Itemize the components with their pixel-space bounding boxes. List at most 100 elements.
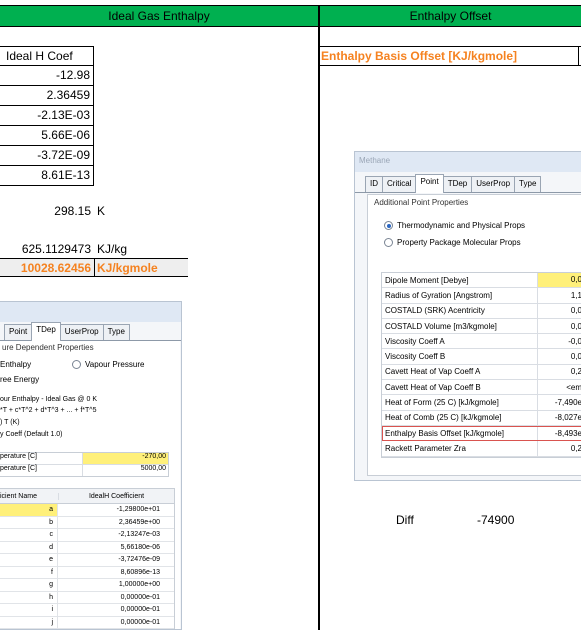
prop-row-name: Dipole Moment [Debye] <box>382 273 538 288</box>
tab-point[interactable]: Point <box>415 174 444 193</box>
tab-critical[interactable]: Critical <box>382 176 417 192</box>
tdep-dialog-titlebar <box>0 302 181 322</box>
prop-row-name: Heat of Form (25 C) [kJ/kgmole] <box>382 395 538 410</box>
coef-row[interactable]: c -2,13247e-03 <box>0 529 174 542</box>
offset-cell-divider <box>578 47 579 65</box>
radio-vapour-dot[interactable] <box>72 360 81 369</box>
equation-line-1: our Enthalpy - Ideal Gas @ 0 K <box>0 396 97 403</box>
tab-tdep[interactable]: TDep <box>442 176 473 192</box>
radio-thermo-physical[interactable]: Thermodynamic and Physical Props <box>384 221 525 230</box>
coef-cell: -3.72E-09 <box>0 146 94 166</box>
prop-row-value: <em <box>566 382 581 392</box>
coef-grid-header-name: icient Name <box>0 492 59 500</box>
diff-value: -74900 <box>477 513 515 527</box>
radio-vapour-pressure[interactable]: Vapour Pressure <box>72 360 144 369</box>
coef-row-name: a <box>0 504 58 516</box>
coef-values: -12.98 2.36459 -2.13E-03 5.66E-06 -3.72E… <box>0 66 94 186</box>
diff-label: Diff <box>396 513 414 527</box>
temperature-unit: K <box>97 204 106 218</box>
equation-line-2: *T + c*T^2 + d*T^3 + ... + f*T^5 <box>0 407 97 414</box>
coef-row[interactable]: d 5,66180e-06 <box>0 541 174 554</box>
prop-row-value: -8,493e <box>554 428 581 438</box>
radio-package-label: Property Package Molecular Props <box>397 238 521 247</box>
enthalpy-mass-value: 625.1129473 <box>21 242 91 256</box>
coef-row-name: j <box>0 616 58 628</box>
tab-userprop[interactable]: UserProp <box>471 176 516 192</box>
coef-row[interactable]: j 0,00000e-01 <box>0 616 174 629</box>
equation-line-4: y Coeff (Default 1.0) <box>0 431 63 438</box>
enthalpy-mole-unit: KJ/kgmole <box>97 261 158 275</box>
offset-label-cell: Enthalpy Basis Offset [KJ/kgmole] <box>320 46 581 66</box>
coef-row-value: -3,72476e-09 <box>118 556 160 564</box>
coef-row-value: 0,00000e-01 <box>120 606 160 614</box>
equation-line-3: ) T (K) <box>0 419 20 426</box>
coef-cell: 5.66E-06 <box>0 126 94 146</box>
radio-enthalpy[interactable]: Enthalpy <box>0 360 31 369</box>
prop-row[interactable]: Viscosity Coeff B 0,0 <box>382 349 581 365</box>
coef-row[interactable]: a -1,29800e+01 <box>0 504 174 517</box>
coef-row-value: 1,00000e+00 <box>118 581 160 589</box>
coef-cell: -2.13E-03 <box>0 106 94 126</box>
coef-row[interactable]: i 0,00000e-01 <box>0 604 174 617</box>
prop-row[interactable]: Heat of Form (25 C) [kJ/kgmole] -7,490e <box>382 395 581 411</box>
prop-row[interactable]: Rackett Parameter Zra 0,2 <box>382 441 581 457</box>
coef-row-name: c <box>0 529 58 541</box>
temp-row: perature [C] 5000,00 <box>0 465 168 476</box>
radio-package-molecular[interactable]: Property Package Molecular Props <box>384 238 521 247</box>
prop-row[interactable]: Cavett Heat of Vap Coeff B <em <box>382 380 581 396</box>
radio-package-dot[interactable] <box>384 238 393 247</box>
coef-row[interactable]: e -3,72476e-09 <box>0 554 174 567</box>
coef-header-label: Ideal H Coef <box>6 49 73 63</box>
coef-cell: 2.36459 <box>0 86 94 106</box>
tab-type[interactable]: Type <box>514 176 542 192</box>
prop-row-value: 0,0 <box>538 273 581 288</box>
prop-row-value: -7,490e <box>554 398 581 408</box>
coef-row-name: f <box>0 566 58 578</box>
prop-row-name: Viscosity Coeff B <box>382 349 538 364</box>
coef-row[interactable]: b 2,36459e+00 <box>0 516 174 529</box>
radio-vapour-label: Vapour Pressure <box>85 360 145 369</box>
enthalpy-mole-row: 10028.62456 KJ/kgmole <box>0 258 188 277</box>
radio-thermo-dot[interactable] <box>384 221 393 230</box>
prop-row[interactable]: Radius of Gyration [Angstrom] 1,1 <box>382 288 581 304</box>
prop-row[interactable]: Viscosity Coeff A -0,0 <box>382 334 581 350</box>
tab-id[interactable]: ID <box>365 176 383 192</box>
methane-tabstrip: ID Critical Point TDep UserProp Type <box>355 174 581 193</box>
enthalpy-mole-divider <box>94 259 95 276</box>
coef-row[interactable]: h 0,00000e-01 <box>0 591 174 604</box>
tab-tdep[interactable]: TDep <box>31 322 61 341</box>
methane-dialog-title: Methane <box>359 156 391 165</box>
prop-row-name: Enthalpy Basis Offset [kJ/kgmole] <box>382 425 538 441</box>
tdep-tabstrip: Point TDep UserProp Type <box>0 322 181 341</box>
coef-table-header: Ideal H Coef <box>0 46 94 66</box>
temp-row-label: perature [C] <box>0 453 83 464</box>
temp-row-value[interactable]: -270,00 <box>83 453 168 464</box>
prop-row-value: 0,2 <box>570 443 581 453</box>
temp-row: perature [C] -270,00 <box>0 453 168 465</box>
prop-row[interactable]: Cavett Heat of Vap Coeff A 0,2 <box>382 364 581 381</box>
tab-point[interactable]: Point <box>4 324 33 340</box>
coef-row-value: 0,00000e-01 <box>120 593 160 601</box>
coef-row-value: -1,29800e+01 <box>116 506 160 514</box>
coef-row-name: d <box>0 541 58 553</box>
enthalpy-mass-unit: KJ/kg <box>97 242 128 256</box>
prop-row[interactable]: Heat of Comb (25 C) [kJ/kgmole] -8,027e <box>382 410 581 426</box>
prop-row-highlighted[interactable]: Enthalpy Basis Offset [kJ/kgmole] -8,493… <box>382 425 581 442</box>
coef-row[interactable]: g 1,00000e+00 <box>0 579 174 592</box>
prop-row-value: 1,1 <box>570 290 581 300</box>
coef-row-name: b <box>0 516 58 528</box>
prop-row[interactable]: COSTALD Volume [m3/kgmole] 0,0 <box>382 318 581 335</box>
coef-row-value: 5,66180e-06 <box>120 543 160 551</box>
enthalpy-mole-value: 10028.62456 <box>20 261 91 275</box>
point-props-grid: Dipole Moment [Debye] 0,0 Radius of Gyra… <box>381 272 581 458</box>
tab-type[interactable]: Type <box>102 324 130 340</box>
coef-row[interactable]: f 8,60896e-13 <box>0 566 174 579</box>
tab-userprop[interactable]: UserProp <box>59 324 104 340</box>
prop-row[interactable]: COSTALD (SRK) Acentricity 0,0 <box>382 303 581 319</box>
header-right-label: Enthalpy Offset <box>409 9 492 23</box>
radio-thermo-label: Thermodynamic and Physical Props <box>397 221 526 230</box>
temp-row-value[interactable]: 5000,00 <box>83 465 168 476</box>
coef-row-value: 2,36459e+00 <box>118 518 160 526</box>
coef-cell: 8.61E-13 <box>0 166 94 186</box>
prop-row[interactable]: Dipole Moment [Debye] 0,0 <box>382 273 581 289</box>
